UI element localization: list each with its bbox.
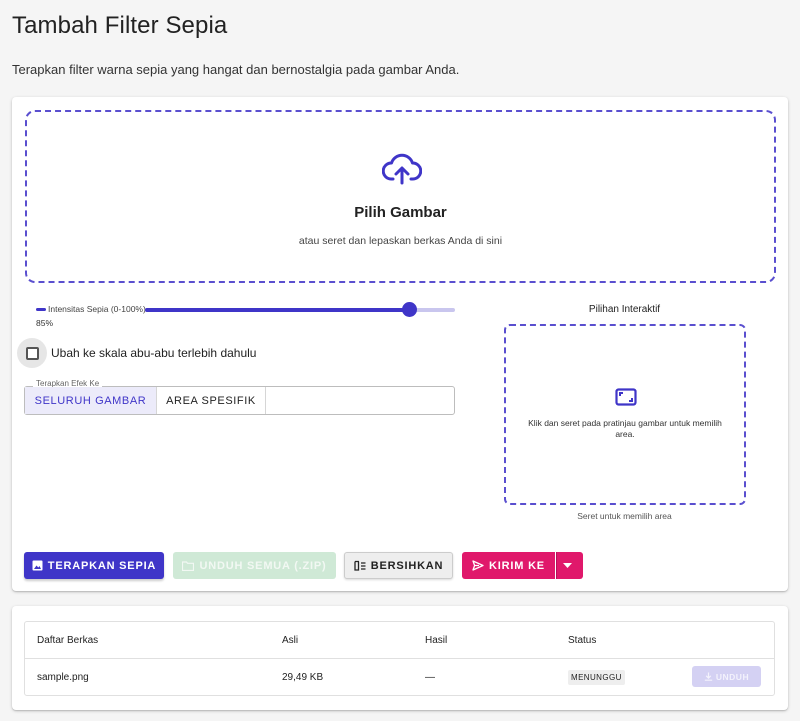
intensity-label-text: Intensitas Sepia (0-100%) bbox=[48, 304, 146, 314]
row-download-button[interactable]: UNDUH bbox=[692, 666, 761, 687]
clear-label: BERSIHKAN bbox=[370, 559, 444, 572]
header-status: Status bbox=[568, 635, 597, 646]
toggle-specific-area[interactable]: AREA SPESIFIK bbox=[156, 387, 266, 414]
area-select-caption: Seret untuk memilih area bbox=[577, 511, 672, 521]
interactive-title: Pilihan Interaktif bbox=[588, 304, 661, 315]
clear-list-icon bbox=[354, 560, 366, 571]
download-all-label: UNDUH SEMUA (.ZIP) bbox=[199, 559, 327, 572]
header-file-list: Daftar Berkas bbox=[37, 635, 99, 646]
page-title: Tambah Filter Sepia bbox=[12, 12, 228, 39]
editor-card: Pilih Gambar atau seret dan lepaskan ber… bbox=[12, 97, 788, 591]
folder-icon bbox=[182, 560, 195, 571]
status-badge: MENUNGGU bbox=[568, 670, 625, 685]
header-result: Hasil bbox=[425, 635, 448, 646]
file-original-size: 29,49 KB bbox=[282, 672, 324, 683]
header-original: Asli bbox=[282, 635, 299, 646]
checkbox-box bbox=[25, 346, 39, 360]
apply-sepia-label: TERAPKAN SEPIA bbox=[47, 559, 157, 572]
send-to-label: KIRIM KE bbox=[489, 559, 545, 572]
download-icon bbox=[704, 672, 713, 681]
crop-frame-icon bbox=[615, 388, 637, 406]
grayscale-checkbox[interactable] bbox=[17, 338, 47, 368]
apply-sepia-button[interactable]: TERAPKAN SEPIA bbox=[24, 552, 164, 579]
cloud-upload-icon bbox=[382, 153, 422, 185]
intensity-slider-fill bbox=[145, 308, 409, 312]
slider-start-marker bbox=[36, 307, 46, 311]
file-result-size: — bbox=[425, 672, 435, 683]
upload-subtitle: atau seret dan lepaskan berkas Anda di s… bbox=[298, 235, 503, 247]
upload-title: Pilih Gambar bbox=[354, 204, 447, 221]
area-select-text: Klik dan seret pada pratinjau gambar unt… bbox=[528, 418, 722, 439]
intensity-label: Intensitas Sepia (0-100%) bbox=[36, 304, 146, 314]
caret-down-icon bbox=[563, 563, 572, 568]
send-to-menu-button[interactable] bbox=[556, 552, 583, 579]
files-table: Daftar Berkas Asli Hasil Status sample.p… bbox=[24, 621, 775, 696]
download-all-button[interactable]: UNDUH SEMUA (.ZIP) bbox=[173, 552, 336, 579]
file-name: sample.png bbox=[37, 672, 89, 683]
send-to-button[interactable]: KIRIM KE bbox=[462, 552, 555, 579]
upload-dropzone[interactable]: Pilih Gambar atau seret dan lepaskan ber… bbox=[25, 110, 776, 283]
area-select-box[interactable]: Klik dan seret pada pratinjau gambar unt… bbox=[504, 324, 746, 505]
row-download-label: UNDUH bbox=[715, 671, 750, 682]
grayscale-option[interactable]: Ubah ke skala abu-abu terlebih dahulu bbox=[17, 338, 256, 368]
clear-button[interactable]: BERSIHKAN bbox=[344, 552, 453, 579]
apply-to-toggle-group: Terapkan Efek Ke SELURUH GAMBAR AREA SPE… bbox=[24, 379, 455, 415]
page-description: Terapkan filter warna sepia yang hangat … bbox=[12, 62, 460, 77]
intensity-value: 85% bbox=[36, 318, 54, 328]
files-card: Daftar Berkas Asli Hasil Status sample.p… bbox=[12, 606, 788, 710]
image-icon bbox=[32, 560, 43, 571]
table-divider bbox=[25, 658, 774, 659]
intensity-slider[interactable] bbox=[145, 302, 455, 317]
toggle-whole-image[interactable]: SELURUH GAMBAR bbox=[25, 387, 156, 414]
send-icon bbox=[472, 560, 484, 571]
grayscale-label: Ubah ke skala abu-abu terlebih dahulu bbox=[51, 346, 257, 360]
intensity-slider-thumb[interactable] bbox=[401, 302, 417, 317]
